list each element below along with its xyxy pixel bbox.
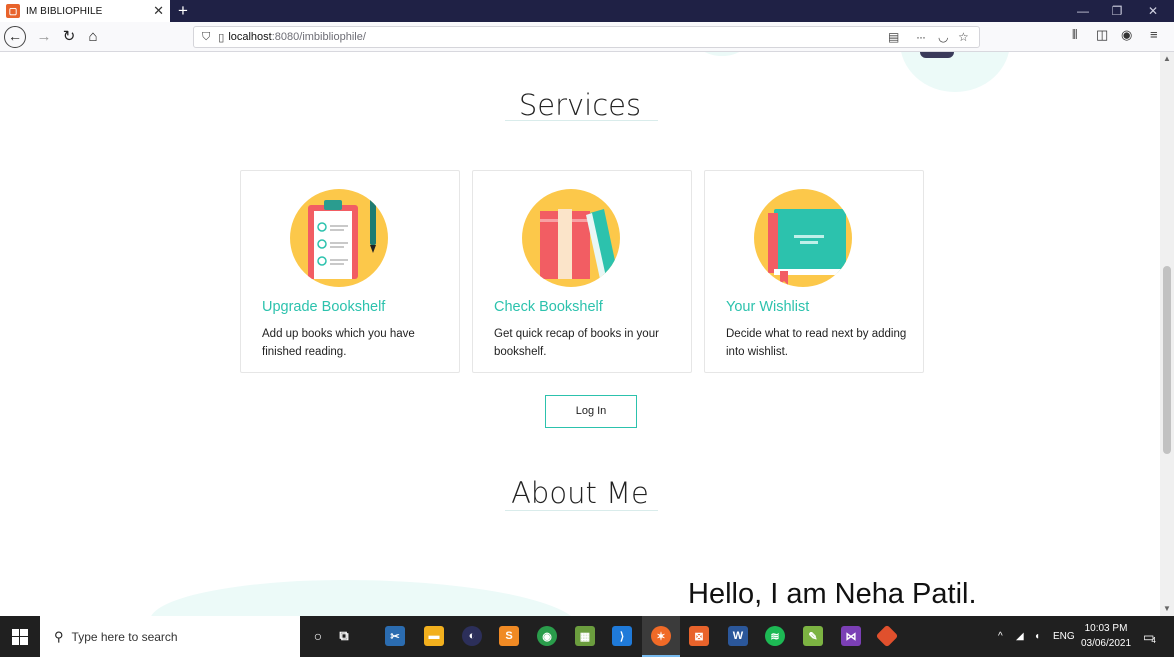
pocket-icon[interactable]: ◡ bbox=[938, 30, 948, 44]
word-icon[interactable]: W bbox=[728, 626, 748, 646]
sidebar-icon[interactable]: ◫ bbox=[1096, 27, 1108, 43]
git-icon[interactable] bbox=[875, 624, 899, 648]
services-heading: Services bbox=[518, 88, 642, 122]
windows-start-icon[interactable] bbox=[0, 616, 40, 657]
tab-strip: ▢ IM BIBLIOPHILE ✕ + — ❐ ✕ bbox=[0, 0, 1174, 22]
site-favicon-icon: ▢ bbox=[6, 4, 20, 18]
url-path: :8080/imbibliophile/ bbox=[271, 31, 366, 43]
card-title[interactable]: Check Bookshelf bbox=[494, 299, 603, 315]
vertical-scrollbar[interactable]: ▲ ▼ bbox=[1160, 52, 1174, 616]
navigation-toolbar: ← → ↻ ⌂ ⛉ ▯ localhost:8080/imbibliophile… bbox=[0, 22, 1174, 52]
card-description: Decide what to read next by adding into … bbox=[726, 328, 907, 358]
minimize-icon[interactable]: — bbox=[1066, 0, 1100, 22]
notepad-icon[interactable]: ✎ bbox=[803, 626, 823, 646]
search-placeholder: Type here to search bbox=[71, 629, 178, 644]
vscode-icon[interactable]: ⟩ bbox=[612, 626, 632, 646]
clipboard-icon bbox=[290, 189, 388, 287]
volume-icon[interactable]: ◖ bbox=[1034, 616, 1040, 657]
decorative-illustration bbox=[920, 52, 954, 58]
new-tab-button[interactable]: + bbox=[178, 0, 188, 22]
spotify-icon[interactable]: ≋ bbox=[765, 626, 785, 646]
scroll-down-icon[interactable]: ▼ bbox=[1160, 604, 1174, 613]
book-icon bbox=[754, 189, 852, 287]
scroll-thumb[interactable] bbox=[1163, 266, 1171, 454]
page-info-icon[interactable]: ▯ bbox=[218, 31, 224, 44]
scroll-up-icon[interactable]: ▲ bbox=[1160, 54, 1174, 63]
about-heading: About Me bbox=[511, 476, 649, 510]
taskbar-clock[interactable]: 10:03 PM 03/06/2021 bbox=[1080, 621, 1132, 651]
service-card-check-bookshelf: Check Bookshelf Get quick recap of books… bbox=[472, 170, 692, 373]
decorative-blob bbox=[900, 52, 1010, 92]
books-icon bbox=[522, 189, 620, 287]
url-bar[interactable]: ⛉ ▯ localhost:8080/imbibliophile/ ▤ ··· … bbox=[193, 26, 980, 48]
sublime-text-icon[interactable]: S bbox=[499, 626, 519, 646]
close-window-icon[interactable]: ✕ bbox=[1136, 0, 1170, 22]
reader-view-icon[interactable]: ▤ bbox=[888, 30, 899, 44]
forward-arrow-icon[interactable]: → bbox=[33, 26, 55, 48]
visual-studio-icon[interactable]: ⋈ bbox=[841, 626, 861, 646]
hello-text: Hello, I am Neha Patil. bbox=[688, 578, 977, 610]
file-explorer-icon[interactable]: ▬ bbox=[424, 626, 444, 646]
windows-taskbar: ⚲ Type here to search ○ ⧉ ✂ ▬ ◐ S ◉ ▦ ⟩ … bbox=[0, 616, 1174, 657]
app-icon-snipping[interactable]: ✂ bbox=[385, 626, 405, 646]
search-icon: ⚲ bbox=[54, 628, 64, 644]
notification-center-icon[interactable]: ▭ 4 bbox=[1143, 616, 1156, 657]
xampp-icon[interactable]: ⊠ bbox=[689, 626, 709, 646]
page-viewport: Services Upgrade Bookshelf Add up books … bbox=[0, 52, 1160, 616]
app-icon-tiles[interactable]: ▦ bbox=[575, 626, 595, 646]
language-indicator[interactable]: ENG bbox=[1053, 616, 1075, 657]
card-title[interactable]: Your Wishlist bbox=[726, 299, 809, 315]
service-card-upgrade-bookshelf: Upgrade Bookshelf Add up books which you… bbox=[240, 170, 460, 373]
bookmark-star-icon[interactable]: ☆ bbox=[958, 30, 969, 44]
taskbar-search[interactable]: ⚲ Type here to search bbox=[40, 616, 300, 657]
cortana-icon[interactable]: ○ bbox=[308, 626, 328, 646]
restore-icon[interactable]: ❐ bbox=[1100, 0, 1134, 22]
chrome-icon[interactable]: ◉ bbox=[537, 626, 557, 646]
page-actions-icon[interactable]: ··· bbox=[916, 30, 926, 44]
clock-date: 03/06/2021 bbox=[1080, 638, 1132, 649]
card-description: Get quick recap of books in your bookshe… bbox=[494, 328, 659, 358]
tracking-shield-icon[interactable]: ⛉ bbox=[202, 31, 210, 44]
network-icon[interactable]: ◢ bbox=[1016, 616, 1024, 657]
firefox-icon[interactable]: ✶ bbox=[651, 626, 671, 646]
decorative-blob bbox=[692, 52, 752, 56]
reload-icon[interactable]: ↻ bbox=[58, 26, 80, 48]
card-title[interactable]: Upgrade Bookshelf bbox=[262, 299, 385, 315]
service-card-your-wishlist: Your Wishlist Decide what to read next b… bbox=[704, 170, 924, 373]
url-host: localhost bbox=[228, 31, 272, 43]
heading-underline bbox=[505, 510, 658, 511]
card-description: Add up books which you have finished rea… bbox=[262, 328, 415, 358]
heading-underline bbox=[505, 120, 658, 121]
tab-close-icon[interactable]: ✕ bbox=[153, 3, 164, 19]
login-button[interactable]: Log In bbox=[545, 395, 637, 428]
eclipse-icon[interactable]: ◐ bbox=[462, 626, 482, 646]
task-view-icon[interactable]: ⧉ bbox=[334, 626, 354, 646]
library-icon[interactable]: ⫴ bbox=[1072, 27, 1077, 43]
home-icon[interactable]: ⌂ bbox=[82, 26, 104, 48]
notification-count: 4 bbox=[1151, 636, 1156, 645]
clock-time: 10:03 PM bbox=[1084, 623, 1128, 634]
account-icon[interactable]: ◉ bbox=[1121, 27, 1132, 43]
hamburger-menu-icon[interactable]: ≡ bbox=[1150, 27, 1158, 42]
tray-overflow-icon[interactable]: ^ bbox=[998, 616, 1003, 657]
tab-title: IM BIBLIOPHILE bbox=[26, 5, 103, 17]
browser-tab[interactable]: ▢ IM BIBLIOPHILE ✕ bbox=[0, 0, 170, 22]
decorative-blob bbox=[150, 580, 580, 616]
back-arrow-icon[interactable]: ← bbox=[4, 26, 26, 48]
